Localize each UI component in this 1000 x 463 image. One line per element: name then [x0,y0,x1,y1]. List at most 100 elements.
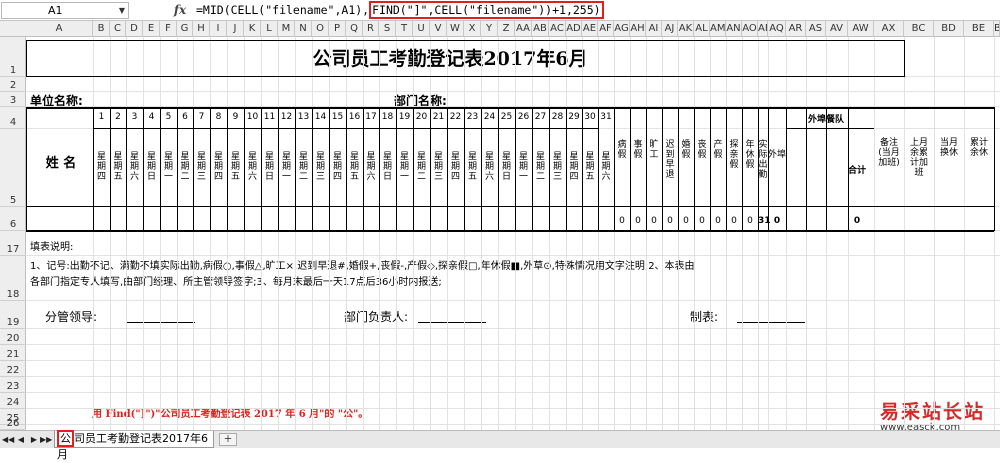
signature-dept-head-label[interactable]: 部门负责人: [344,308,408,325]
weekday-label[interactable]: 星期三 [552,152,564,182]
sheet-tab-active[interactable]: 公司员工考勤登记表2017年6月 [54,430,214,461]
day-number[interactable]: 6 [177,112,193,122]
weekday-label[interactable]: 星期五 [230,152,242,182]
day-number[interactable]: 10 [244,112,261,122]
weekday-label[interactable]: 星期六 [600,152,612,182]
day-number[interactable]: 28 [549,112,566,122]
nav-next-icon[interactable]: ▶ [28,433,40,446]
weekday-label[interactable]: 星期四 [450,152,462,182]
day-number[interactable]: 23 [464,112,481,122]
extra-header[interactable]: 上月余累计加班 [906,138,932,178]
nav-last-icon[interactable]: ▶▶ [40,433,52,446]
leave-type-header[interactable]: 实际出勤 [757,140,769,180]
leave-type-header[interactable]: 探亲假 [728,140,740,170]
signature-supervisor-label[interactable]: 分管领导: [45,308,97,325]
leave-type-header[interactable]: 产假 [712,140,724,160]
leave-type-header[interactable]: 事假 [632,140,644,160]
weekday-label[interactable]: 星期一 [281,152,293,182]
weekday-label[interactable]: 星期一 [399,152,411,182]
day-number[interactable]: 19 [396,112,413,122]
summary-value[interactable]: 0 [614,216,630,226]
weekday-label[interactable]: 星期日 [264,152,276,182]
day-number[interactable]: 11 [261,112,278,122]
weekday-label[interactable]: 星期一 [518,152,530,182]
weekday-label[interactable]: 星期三 [315,152,327,182]
day-number[interactable]: 31 [598,112,614,122]
summary-value[interactable]: 0 [742,216,758,226]
day-number[interactable]: 18 [379,112,396,122]
weekday-label[interactable]: 星期日 [501,152,513,182]
weekday-label[interactable]: 星期二 [535,152,547,182]
day-number[interactable]: 14 [312,112,329,122]
extra-header[interactable]: 累计余休 [966,138,992,158]
summary-value[interactable]: 0 [678,216,694,226]
leave-type-header[interactable]: 旷工 [648,140,660,160]
total-header[interactable]: 合计 [840,163,874,176]
leave-type-header[interactable]: 丧假 [696,140,708,160]
row6-total[interactable]: 0 [840,216,874,226]
day-number[interactable]: 27 [532,112,549,122]
day-number[interactable]: 7 [193,112,210,122]
name-header[interactable]: 姓 名 [30,152,92,171]
day-number[interactable]: 5 [160,112,177,122]
sheet-title[interactable]: 公司员工考勤登记表2017年6月 [240,40,660,78]
summary-value[interactable]: 0 [662,216,678,226]
nav-prev-icon[interactable]: ◀ [15,433,27,446]
weekday-label[interactable]: 星期日 [146,152,158,182]
day-number[interactable]: 4 [143,112,160,122]
summary-value[interactable]: 0 [646,216,662,226]
day-number[interactable]: 8 [210,112,227,122]
weekday-label[interactable]: 星期五 [349,152,361,182]
new-sheet-icon[interactable]: ＋ [219,433,237,446]
weekday-label[interactable]: 星期二 [416,152,428,182]
summary-value[interactable]: 0 [630,216,646,226]
weekday-label[interactable]: 星期六 [365,152,377,182]
weekday-label[interactable]: 星期三 [196,152,208,182]
notes-title[interactable]: 填表说明: [30,238,73,253]
weekday-label[interactable]: 星期四 [568,152,580,182]
day-number[interactable]: 15 [329,112,346,122]
day-number[interactable]: 30 [582,112,598,122]
day-number[interactable]: 16 [346,112,363,122]
day-number[interactable]: 17 [363,112,379,122]
weekday-label[interactable]: 星期六 [484,152,496,182]
day-number[interactable]: 12 [278,112,295,122]
leave-type-header[interactable]: 年休假 [744,140,756,170]
weekday-label[interactable]: 星期六 [129,152,141,182]
summary-value[interactable]: 31 [758,216,771,226]
day-number[interactable]: 25 [498,112,515,122]
weekday-label[interactable]: 星期日 [382,152,394,182]
leave-type-header[interactable]: 婚假 [680,140,692,160]
leave-type-header[interactable]: 病假 [616,140,628,160]
day-number[interactable]: 9 [227,112,244,122]
leave-type-header[interactable]: 迟到早退 [664,140,676,180]
weekday-label[interactable]: 星期六 [247,152,259,182]
day-number[interactable]: 22 [447,112,464,122]
summary-value[interactable]: 0 [694,216,710,226]
day-number[interactable]: 2 [110,112,126,122]
day-number[interactable]: 26 [515,112,532,122]
weekday-label[interactable]: 星期五 [584,152,596,182]
weekday-label[interactable]: 星期四 [332,152,344,182]
day-number[interactable]: 21 [430,112,447,122]
day-number[interactable]: 1 [93,112,110,122]
day-number[interactable]: 24 [481,112,498,122]
weekday-label[interactable]: 星期五 [467,152,479,182]
day-number[interactable]: 3 [126,112,143,122]
summary-value[interactable]: 0 [768,216,786,226]
weekday-label[interactable]: 星期三 [433,152,445,182]
weekday-label[interactable]: 星期二 [179,152,191,182]
weekday-label[interactable]: 星期四 [96,152,108,182]
summary-value[interactable]: 0 [726,216,742,226]
weekday-label[interactable]: 星期一 [163,152,175,182]
summary-value[interactable]: 0 [710,216,726,226]
weekday-label[interactable]: 星期五 [112,152,124,182]
extra-header[interactable]: 当月换休 [936,138,962,158]
nav-first-icon[interactable]: ◀◀ [2,433,14,446]
extra-header[interactable]: 备注(当月加班) [876,138,902,168]
weekday-label[interactable]: 星期二 [298,152,310,182]
weekday-label[interactable]: 星期四 [213,152,225,182]
leave-type-header[interactable]: 外埠 [766,150,788,160]
day-number[interactable]: 29 [566,112,582,122]
day-number[interactable]: 13 [295,112,312,122]
